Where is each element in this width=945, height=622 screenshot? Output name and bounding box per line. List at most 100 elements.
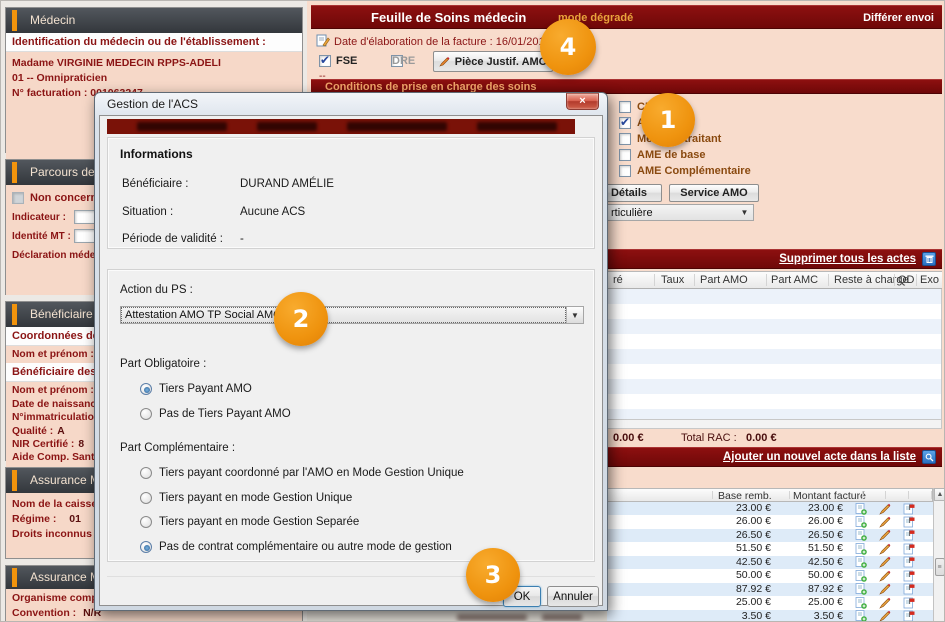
doc-add-icon[interactable]: [855, 597, 867, 609]
doc-add-icon[interactable]: [855, 610, 867, 622]
informations-rows: Bénéficiaire : DURAND AMÉLIE Situation :…: [122, 178, 584, 261]
montant-facture-value: 26.50 €: [808, 529, 843, 542]
doc-add-icon[interactable]: [855, 583, 867, 595]
base-remb-value: 50.00 €: [736, 569, 771, 582]
condition-checkbox[interactable]: [619, 149, 631, 161]
fse-checkbox[interactable]: [319, 55, 331, 67]
part-obligatoire-label: Part Obligatoire :: [120, 358, 206, 370]
condition-checkbox[interactable]: [619, 101, 631, 113]
doc-add-icon[interactable]: [855, 543, 867, 555]
edit-pencil-icon[interactable]: [879, 516, 891, 528]
condition-row[interactable]: AME de base: [619, 147, 839, 163]
condition-checkbox[interactable]: [619, 133, 631, 145]
radio-button[interactable]: [140, 408, 152, 420]
radio-label: Pas de Tiers Payant AMO: [159, 408, 291, 420]
beneficiaire-row-label: Nom et prénom :: [12, 384, 94, 397]
edit-pencil-icon[interactable]: [879, 583, 891, 595]
radio-button[interactable]: [140, 492, 152, 504]
doc-add-icon[interactable]: [855, 556, 867, 568]
gestion-acs-dialog: Gestion de l'ACS × Informations Bénéfici…: [94, 92, 608, 611]
radio-option[interactable]: Tiers Payant AMO: [140, 382, 291, 396]
doc-flag-icon[interactable]: [903, 503, 915, 515]
edit-pencil-icon[interactable]: [879, 503, 891, 515]
ajouter-nouvel-acte-link[interactable]: Ajouter un nouvel acte dans la liste: [723, 451, 916, 463]
edit-pencil-icon[interactable]: [879, 610, 891, 622]
edit-pencil-icon[interactable]: [879, 529, 891, 541]
radio-option[interactable]: Tiers payant en mode Gestion Unique: [140, 491, 464, 505]
doc-flag-icon[interactable]: [903, 556, 915, 568]
edit-pencil-icon[interactable]: [879, 556, 891, 568]
doc-flag-icon[interactable]: [903, 529, 915, 541]
info-row-label: Situation :: [122, 206, 240, 218]
doc-add-icon[interactable]: [855, 503, 867, 515]
beneficiaire-row-label: N°immatriculation :: [12, 411, 107, 424]
main-title-bar: Feuille de Soins médecin mode dégradé Di…: [311, 5, 942, 29]
indicateur-label: Indicateur :: [12, 212, 74, 223]
doc-add-icon[interactable]: [855, 529, 867, 541]
radio-option[interactable]: Tiers payant en mode Gestion Separée: [140, 515, 464, 529]
doc-flag-icon[interactable]: [903, 570, 915, 582]
condition-row[interactable]: AME Complémentaire: [619, 163, 839, 179]
non-concerne-checkbox[interactable]: [12, 192, 24, 204]
base-remb-value: 23.00 €: [736, 502, 771, 515]
col-taux: Taux: [661, 274, 684, 286]
supprimer-tous-actes-link[interactable]: Supprimer tous les actes: [779, 253, 916, 265]
scrollbar-thumb[interactable]: ≡: [935, 558, 945, 576]
vertical-scrollbar[interactable]: ▲ ≡: [933, 488, 945, 622]
scroll-up-arrow[interactable]: ▲: [934, 488, 945, 501]
col-montant-fragment: ré: [613, 274, 623, 286]
fse-label: FSE: [336, 55, 357, 67]
assure-nom-label: Nom et prénom :: [12, 348, 94, 361]
radio-button[interactable]: [140, 516, 152, 528]
callout-2: 2: [274, 292, 328, 346]
radio-label: Pas de contrat complémentaire ou autre m…: [159, 541, 452, 553]
condition-checkbox[interactable]: [619, 165, 631, 177]
doc-flag-icon[interactable]: [903, 583, 915, 595]
radio-button[interactable]: [140, 467, 152, 479]
radio-label: Tiers payant coordonné par l'AMO en Mode…: [159, 467, 464, 479]
montant-facture-value: 87.92 €: [808, 583, 843, 596]
facture-date-line: Date d'élaboration de la facture : 16/01…: [334, 36, 551, 48]
magnifier-icon[interactable]: [922, 450, 936, 464]
base-remb-value: 87.92 €: [736, 583, 771, 596]
radio-button[interactable]: [140, 383, 152, 395]
info-row-value: Aucune ACS: [240, 206, 305, 218]
doc-flag-icon[interactable]: [903, 516, 915, 528]
radio-option[interactable]: Pas de Tiers Payant AMO: [140, 407, 291, 421]
base-remb-value: 51.50 €: [736, 542, 771, 555]
total-rac-label: Total RAC :: [681, 432, 737, 444]
identite-mt-label: Identité MT :: [12, 231, 74, 242]
col-base-remb: Base remb.: [718, 490, 772, 502]
doc-flag-icon[interactable]: [903, 543, 915, 555]
radio-button[interactable]: [140, 541, 152, 553]
trash-icon[interactable]: [922, 252, 936, 266]
regime-value: 01: [69, 513, 81, 525]
action-ps-label: Action du PS :: [120, 284, 193, 296]
info-row-label: Période de validité :: [122, 233, 240, 245]
doc-add-icon[interactable]: [855, 516, 867, 528]
edit-pencil-icon[interactable]: [879, 570, 891, 582]
montant-facture-value: 51.50 €: [808, 542, 843, 555]
piece-justif-amo-button[interactable]: Pièce Justif. AMO: [433, 51, 553, 72]
montant-facture-value: 23.00 €: [808, 502, 843, 515]
doc-add-icon[interactable]: [855, 570, 867, 582]
close-icon[interactable]: ×: [566, 93, 599, 110]
info-row: Période de validité : -: [122, 233, 584, 245]
edit-pencil-icon[interactable]: [879, 597, 891, 609]
action-ps-dropdown[interactable]: Attestation AMO TP Social AMO ▼: [120, 306, 584, 324]
non-concerne-label: Non concerné: [30, 192, 103, 204]
edit-pencil-icon[interactable]: [879, 543, 891, 555]
situation-dropdown[interactable]: rticulière ▼: [591, 204, 754, 221]
service-amo-button[interactable]: Service AMO: [669, 184, 759, 202]
radio-label: Tiers payant en mode Gestion Separée: [159, 516, 359, 528]
doc-flag-icon[interactable]: [903, 610, 915, 622]
condition-checkbox[interactable]: [619, 117, 631, 129]
doc-flag-icon[interactable]: [903, 597, 915, 609]
radio-option[interactable]: Tiers payant coordonné par l'AMO en Mode…: [140, 466, 464, 480]
radio-option[interactable]: Pas de contrat complémentaire ou autre m…: [140, 540, 464, 554]
montant-facture-value: 26.00 €: [808, 515, 843, 528]
annuler-button[interactable]: Annuler: [547, 586, 599, 607]
info-row: Bénéficiaire : DURAND AMÉLIE: [122, 178, 584, 190]
footer-divider: [107, 576, 595, 577]
info-row-value: DURAND AMÉLIE: [240, 178, 334, 190]
